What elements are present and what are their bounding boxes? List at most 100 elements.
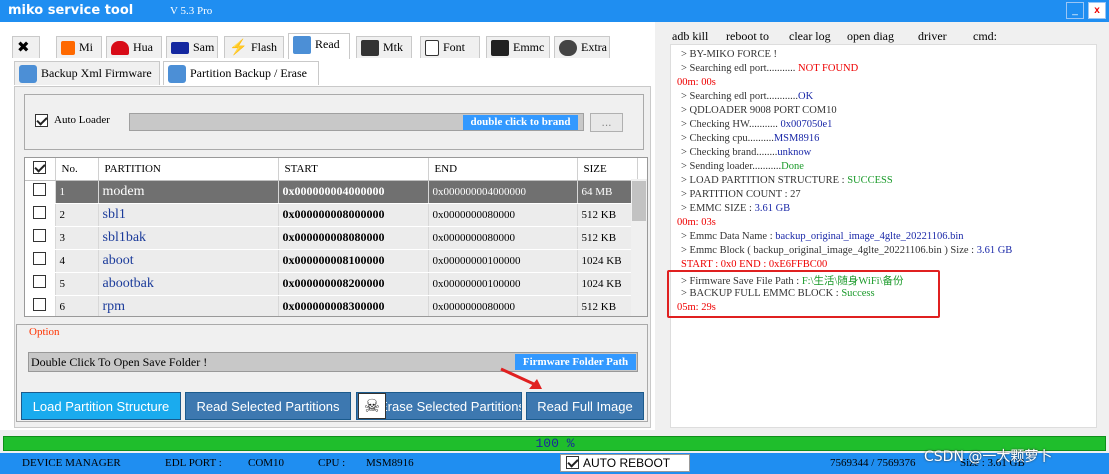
autoloader-checkbox[interactable] [35,114,48,127]
extra-icon [559,40,577,57]
cell-end: 0x000000004000000 [428,180,578,204]
tab-flash[interactable]: ⚡ Flash [224,36,284,58]
read-full-image-button[interactable]: Read Full Image [526,392,644,420]
row-select-cell[interactable] [25,249,56,273]
cell-partition: abootbak [98,272,279,296]
table-row[interactable]: 5 abootbak 0x000000008200000 0x000000001… [25,272,638,296]
table-row[interactable]: 6 rpm 0x000000008300000 0x0000000080000 … [25,295,638,316]
clear-log-link[interactable]: clear log [789,29,831,44]
table-row[interactable]: 3 sbl1bak 0x000000008080000 0x0000000080… [25,226,638,250]
log-scrollbar[interactable] [1097,44,1108,428]
huawei-logo-icon [111,41,129,56]
row-select-cell[interactable] [25,180,56,204]
close-button[interactable]: x [1088,2,1106,19]
log-text: 3.61 GB [754,203,791,214]
log-text: > Emmc Data Name : [681,231,776,242]
log-line: > EMMC SIZE : 3.61 GB [681,203,790,214]
log-text: SUCCESS [847,175,893,186]
log-line: > PARTITION COUNT : 27 [681,189,801,200]
row-checkbox[interactable] [33,252,47,265]
cell-no: 2 [55,203,99,227]
auto-reboot-label: AUTO REBOOT [583,456,671,470]
log-text: > PARTITION COUNT : 27 [681,189,801,200]
select-all-checkbox[interactable] [33,160,47,174]
load-partition-structure-button[interactable]: Load Partition Structure [21,392,181,420]
cell-no: 5 [55,272,99,296]
read-icon [293,36,311,55]
table-row[interactable]: 4 aboot 0x000000008100000 0x000000001000… [25,249,638,273]
subtab-partition-backup-label: Partition Backup / Erase [190,66,307,80]
col-partition[interactable]: PARTITION [98,158,279,181]
open-diag-link[interactable]: open diag [847,29,894,44]
row-checkbox[interactable] [33,183,47,196]
log-line: > Searching edl port............OK [681,91,813,102]
log-line: > Emmc Block ( backup_original_image_4gl… [681,245,1012,256]
highlight-annotation [667,270,940,318]
row-select-cell[interactable] [25,272,56,296]
cell-end: 0x00000000100000 [428,272,578,296]
reboot-to-link[interactable]: reboot to [726,29,769,44]
cell-start: 0x000000008100000 [278,249,429,273]
cell-end: 0x00000000100000 [428,249,578,273]
tab-flash-label: Flash [251,40,278,54]
row-checkbox[interactable] [33,298,47,311]
adb-kill-link[interactable]: adb kill [672,29,708,44]
app-title: miko service tool [8,3,134,18]
col-start[interactable]: START [278,158,429,181]
auto-reboot-checkbox[interactable] [566,456,579,469]
device-manager-label[interactable]: DEVICE MANAGER [22,457,121,469]
tab-mtk[interactable]: Mtk [356,36,412,58]
log-text: > Searching edl port........... [681,63,799,74]
minimize-button[interactable]: _ [1066,2,1084,19]
mi-logo-icon [61,41,75,56]
tab-extra-label: Extra [581,40,607,54]
cell-size: 64 MB [577,180,638,204]
browse-loader-button[interactable]: ... [590,113,623,132]
tab-mtk-label: Mtk [383,40,404,54]
read-icon [168,65,186,84]
skull-icon: ☠ [358,393,386,419]
cell-no: 1 [55,180,99,204]
table-header: No. PARTITION START END SIZE [25,158,638,181]
table-scroll-thumb[interactable] [632,181,646,221]
auto-reboot-toggle[interactable]: AUTO REBOOT [560,454,690,472]
row-select-cell[interactable] [25,203,56,227]
progress-label: 100 % [535,436,575,451]
cell-start: 0x000000008300000 [278,295,429,316]
log-text: > Checking HW........... [681,119,781,130]
tab-extra[interactable]: Extra [554,36,610,58]
row-select-cell[interactable] [25,295,56,316]
row-checkbox[interactable] [33,229,47,242]
tab-read[interactable]: Read [288,33,350,59]
tab-emmc[interactable]: Emmc [486,36,550,58]
brand-button[interactable]: double click to brand [463,115,578,130]
row-select-cell[interactable] [25,226,56,250]
select-all-header[interactable] [25,158,56,181]
tab-hua[interactable]: Hua [106,36,162,58]
col-size[interactable]: SIZE [577,158,638,181]
table-row[interactable]: 1 modem 0x000000004000000 0x000000004000… [25,180,638,204]
cell-end: 0x0000000080000 [428,295,578,316]
tab-emmc-label: Emmc [513,40,545,54]
log-line: > Checking HW........... 0x007050e1 [681,119,832,130]
tab-mi[interactable]: Mi [56,36,102,58]
driver-link[interactable]: driver [918,29,947,44]
cmd-link[interactable]: cmd: [973,29,997,44]
table-row[interactable]: 2 sbl1 0x000000008000000 0x0000000080000… [25,203,638,227]
log-text: 0x007050e1 [780,119,833,130]
tab-sam[interactable]: Sam [166,36,218,58]
log-text: > Emmc Block ( backup_original_image_4gl… [681,245,977,256]
col-no[interactable]: No. [55,158,99,181]
read-selected-partitions-button[interactable]: Read Selected Partitions [185,392,351,420]
tab-tools[interactable]: ✖ [12,36,40,58]
subtab-partition-backup[interactable]: Partition Backup / Erase [163,61,319,85]
font-file-icon [425,40,439,57]
subtab-backup-xml[interactable]: Backup Xml Firmware [14,61,160,85]
tab-hua-label: Hua [133,40,153,54]
col-end[interactable]: END [428,158,578,181]
wrench-icon: ✖ [17,40,30,57]
row-checkbox[interactable] [33,275,47,288]
row-checkbox[interactable] [33,206,47,219]
read-icon [19,65,37,84]
tab-font[interactable]: Font [420,36,480,58]
